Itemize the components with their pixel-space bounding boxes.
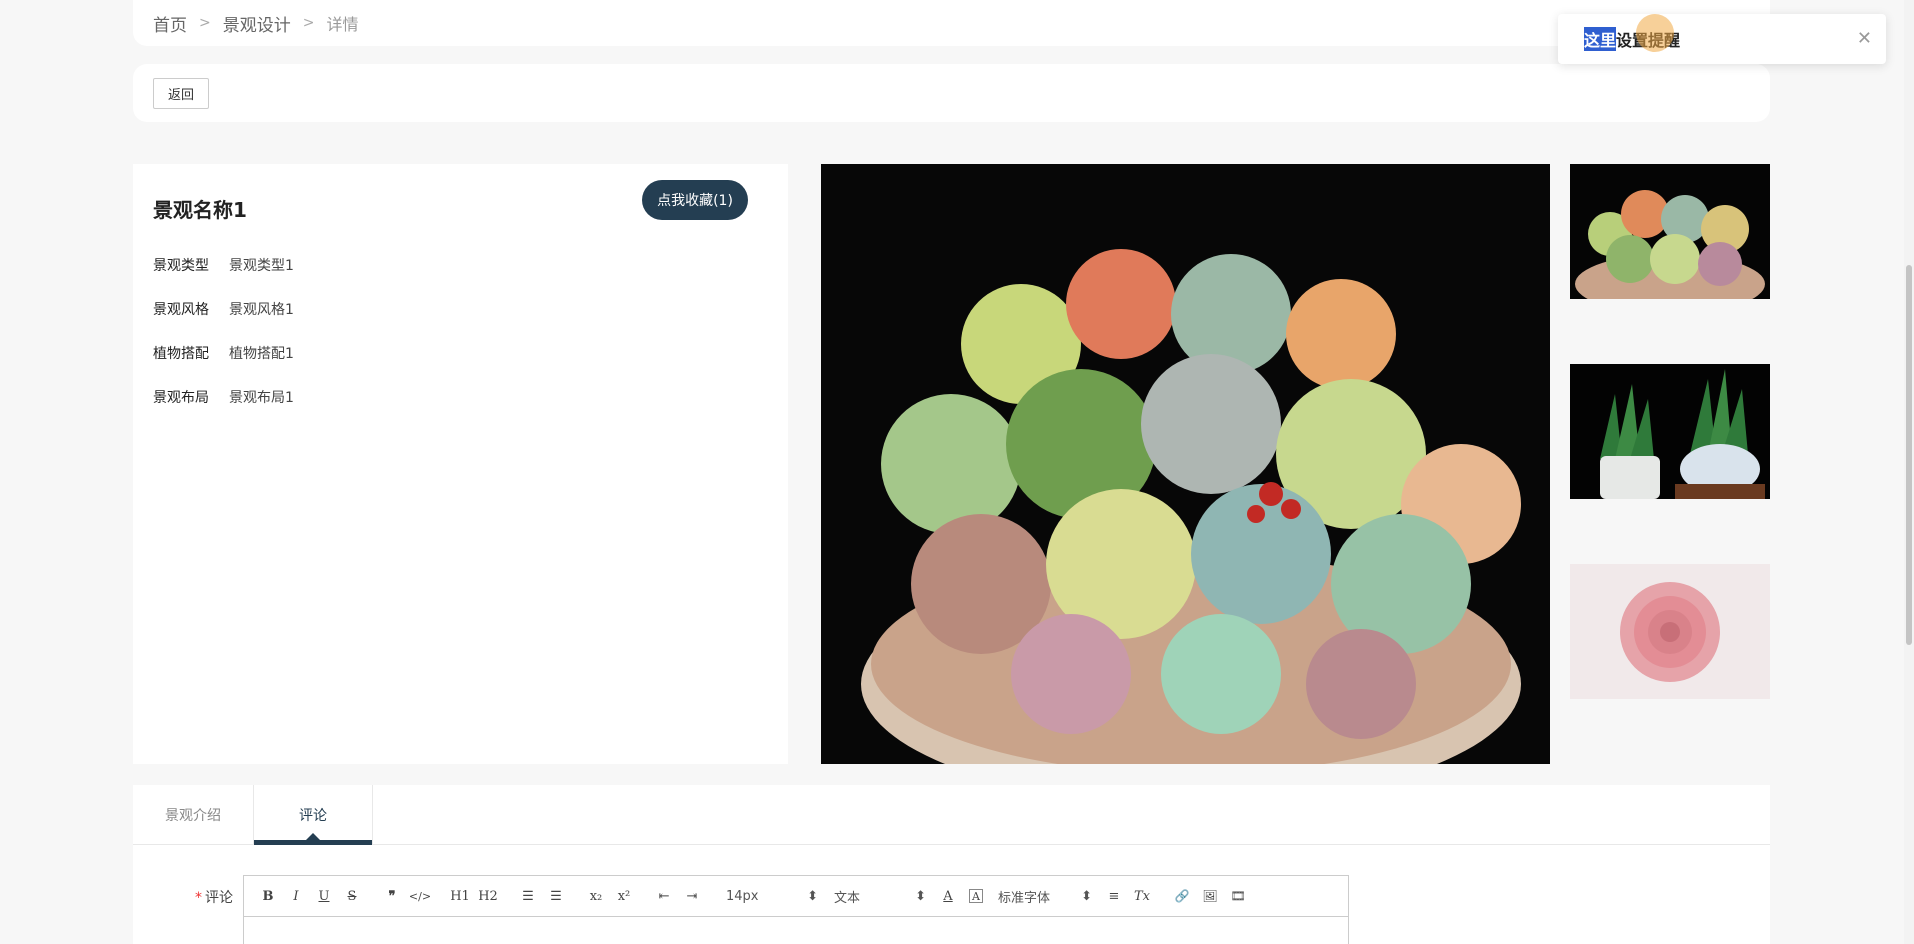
breadcrumb-separator: > [302, 15, 315, 31]
text-color-icon[interactable]: A [934, 882, 962, 910]
attribute-row: 景观布局 景观布局1 [153, 375, 768, 419]
main-image [821, 164, 1550, 764]
required-mark: * [195, 890, 202, 906]
action-bar: 返回 [133, 64, 1770, 122]
attribute-row: 景观风格 景观风格1 [153, 287, 768, 331]
clear-format-icon[interactable]: Tx [1128, 882, 1156, 910]
heading2-button[interactable]: H2 [474, 882, 502, 910]
attribute-value: 景观类型1 [229, 258, 294, 274]
back-button[interactable]: 返回 [153, 77, 210, 109]
breadcrumb-current: 详情 [326, 15, 359, 34]
outdent-icon[interactable]: ⇤ [650, 882, 678, 910]
thumbnail-image[interactable] [1570, 164, 1770, 299]
close-icon[interactable]: ✕ [1857, 28, 1872, 49]
attribute-row: 植物搭配 植物搭配1 [153, 331, 768, 375]
scrollbar-thumb[interactable] [1906, 265, 1912, 645]
attribute-key: 景观布局 [153, 390, 209, 406]
italic-button[interactable]: I [282, 882, 310, 910]
link-icon[interactable]: 🔗 [1168, 882, 1196, 910]
attribute-row: 景观类型 景观类型1 [153, 243, 768, 287]
select-arrows-icon: ⬍ [807, 888, 818, 904]
font-size-select[interactable]: 14px ⬍ [718, 889, 826, 904]
tab-comments[interactable]: 评论 [253, 785, 373, 845]
background-color-icon[interactable]: A [969, 889, 983, 903]
bold-button[interactable]: B [254, 882, 282, 910]
attribute-key: 景观类型 [153, 258, 209, 274]
font-family-value: 标准字体 [998, 890, 1051, 906]
editor-content[interactable] [244, 917, 1348, 944]
subscript-button[interactable]: x₂ [582, 882, 610, 910]
breadcrumb-section[interactable]: 景观设计 [223, 11, 291, 36]
video-icon[interactable]: 🎞 [1224, 882, 1252, 910]
toast-highlight-text: 这里 [1584, 27, 1617, 51]
ordered-list-icon[interactable]: ☰ [514, 882, 542, 910]
breadcrumb: 首页 > 景观设计 > 详情 [133, 0, 1770, 46]
image-icon[interactable]: 🖼 [1196, 882, 1224, 910]
format-value: 文本 [834, 890, 861, 906]
font-size-value: 14px [726, 888, 759, 904]
detail-tabs: 景观介绍 评论 * 评论 B I U S ❞ </> H1 H2 ☰ ☰ x₂ x… [133, 785, 1770, 944]
editor-toolbar: B I U S ❞ </> H1 H2 ☰ ☰ x₂ x² ⇤ ⇥ 14px ⬍… [244, 876, 1348, 917]
rich-text-editor: B I U S ❞ </> H1 H2 ☰ ☰ x₂ x² ⇤ ⇥ 14px ⬍… [243, 875, 1349, 944]
cursor-indicator [1636, 14, 1674, 52]
select-arrows-icon: ⬍ [915, 888, 926, 904]
thumbnail-image[interactable] [1570, 564, 1770, 699]
underline-button[interactable]: U [310, 882, 338, 910]
attribute-key: 植物搭配 [153, 346, 209, 362]
code-icon[interactable]: </> [406, 882, 434, 910]
breadcrumb-separator: > [199, 15, 211, 31]
comment-label: * 评论 [133, 875, 243, 944]
align-icon[interactable]: ≡ [1100, 882, 1128, 910]
heading1-button[interactable]: H1 [446, 882, 474, 910]
comment-label-text: 评论 [205, 890, 233, 906]
attribute-value: 植物搭配1 [229, 346, 294, 362]
thumbnail-image[interactable] [1570, 364, 1770, 499]
comment-form-row: * 评论 B I U S ❞ </> H1 H2 ☰ ☰ x₂ x² ⇤ ⇥ 1… [133, 875, 1349, 944]
breadcrumb-home[interactable]: 首页 [153, 11, 187, 36]
bullet-list-icon[interactable]: ☰ [542, 882, 570, 910]
select-arrows-icon: ⬍ [1081, 888, 1092, 904]
quote-icon[interactable]: ❞ [378, 882, 406, 910]
attribute-value: 景观风格1 [229, 302, 294, 318]
font-family-select[interactable]: 标准字体 ⬍ [990, 887, 1100, 906]
strike-button[interactable]: S [338, 882, 366, 910]
superscript-button[interactable]: x² [610, 882, 638, 910]
notification-toast: 这里设置提醒 ✕ [1558, 14, 1886, 64]
scrollbar[interactable] [1904, 0, 1914, 944]
detail-info-card: 景观名称1 点我收藏(1) 景观类型 景观类型1 景观风格 景观风格1 植物搭配… [133, 164, 788, 764]
attribute-list: 景观类型 景观类型1 景观风格 景观风格1 植物搭配 植物搭配1 景观布局 景观… [153, 243, 768, 419]
attribute-value: 景观布局1 [229, 390, 294, 406]
indent-icon[interactable]: ⇥ [678, 882, 706, 910]
format-select[interactable]: 文本 ⬍ [826, 887, 934, 906]
attribute-key: 景观风格 [153, 302, 209, 318]
tab-bar: 景观介绍 评论 [133, 785, 1770, 845]
tab-introduction[interactable]: 景观介绍 [133, 785, 253, 844]
favorite-button[interactable]: 点我收藏(1) [642, 180, 748, 220]
